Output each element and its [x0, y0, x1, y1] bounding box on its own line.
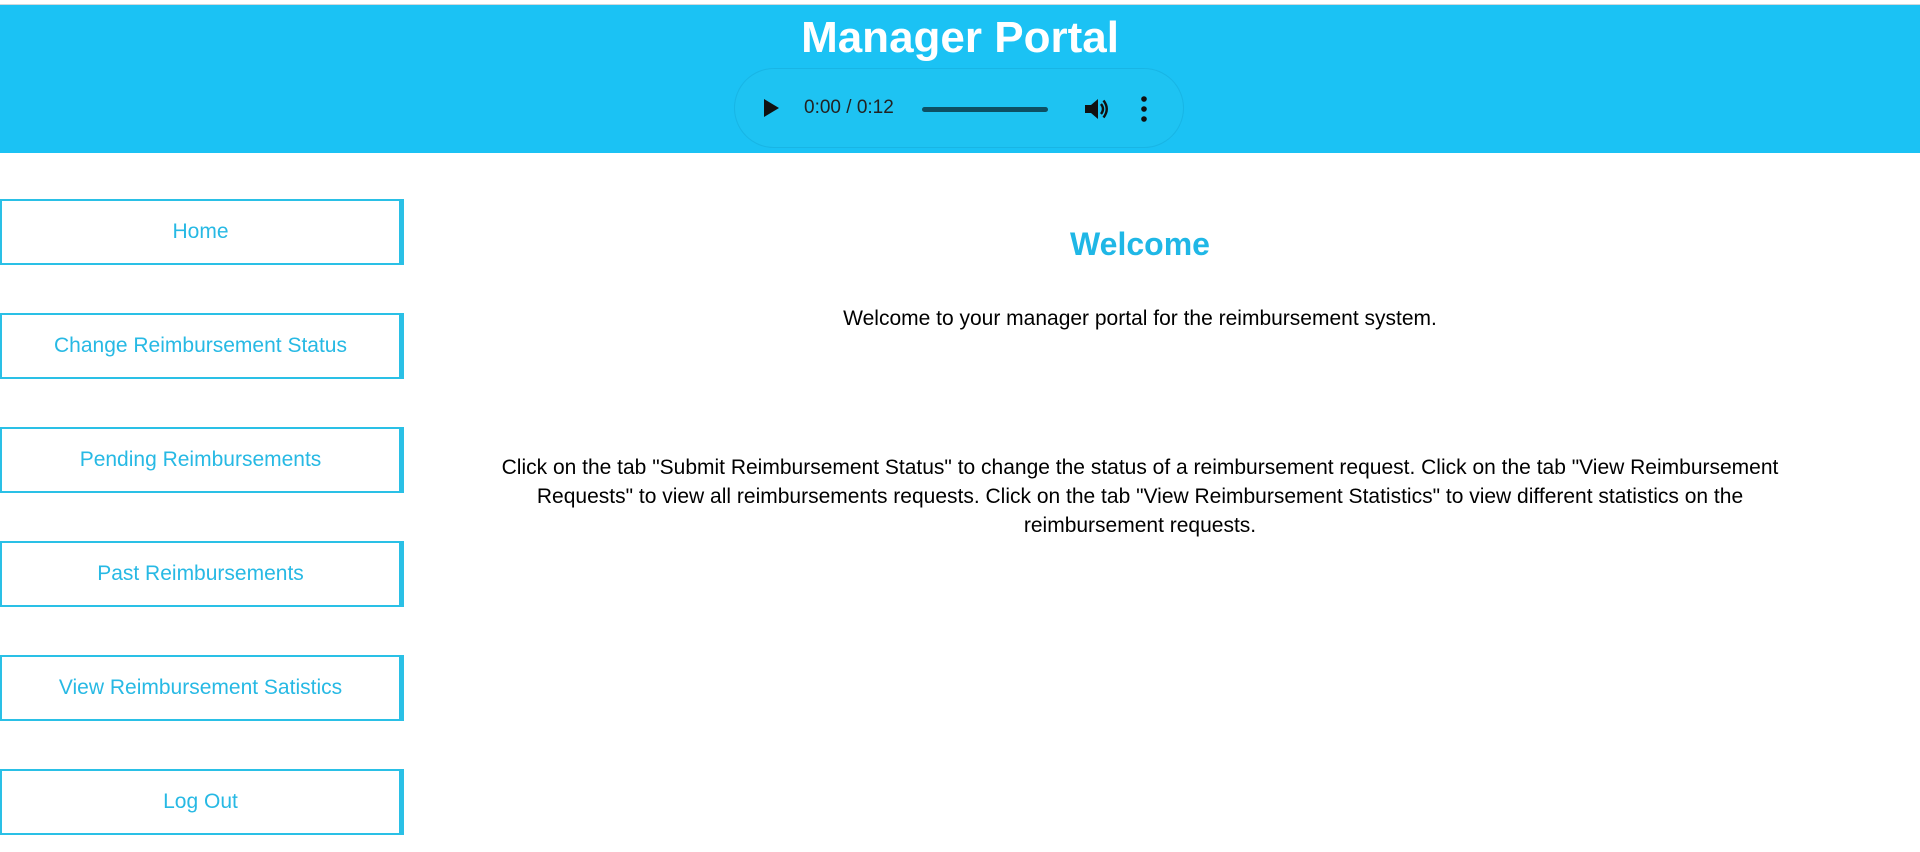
welcome-intro-text: Welcome to your manager portal for the r… — [843, 307, 1437, 330]
sidebar-item-home[interactable]: Home — [0, 199, 404, 265]
instructions-text: Click on the tab "Submit Reimbursement S… — [501, 456, 1779, 537]
welcome-heading: Welcome — [1070, 226, 1210, 262]
audio-progress-slider[interactable] — [922, 107, 1048, 112]
more-vertical-icon[interactable] — [1138, 94, 1150, 124]
header-bar: Manager Portal 0:00 / 0:12 — [0, 4, 1920, 153]
sidebar-item-pending-reimbursements[interactable]: Pending Reimbursements — [0, 427, 404, 493]
sidebar-item-view-reimbursement-statistics[interactable]: View Reimbursement Satistics — [0, 655, 404, 721]
page-title: Manager Portal — [801, 13, 1119, 62]
play-icon[interactable] — [764, 99, 779, 117]
sidebar-item-past-reimbursements[interactable]: Past Reimbursements — [0, 541, 404, 607]
sidebar-item-change-reimbursement-status[interactable]: Change Reimbursement Status — [0, 313, 404, 379]
audio-player[interactable]: 0:00 / 0:12 — [734, 68, 1184, 148]
sidebar-item-log-out[interactable]: Log Out — [0, 769, 404, 835]
volume-icon[interactable] — [1082, 95, 1110, 123]
audio-time-display: 0:00 / 0:12 — [804, 97, 894, 118]
